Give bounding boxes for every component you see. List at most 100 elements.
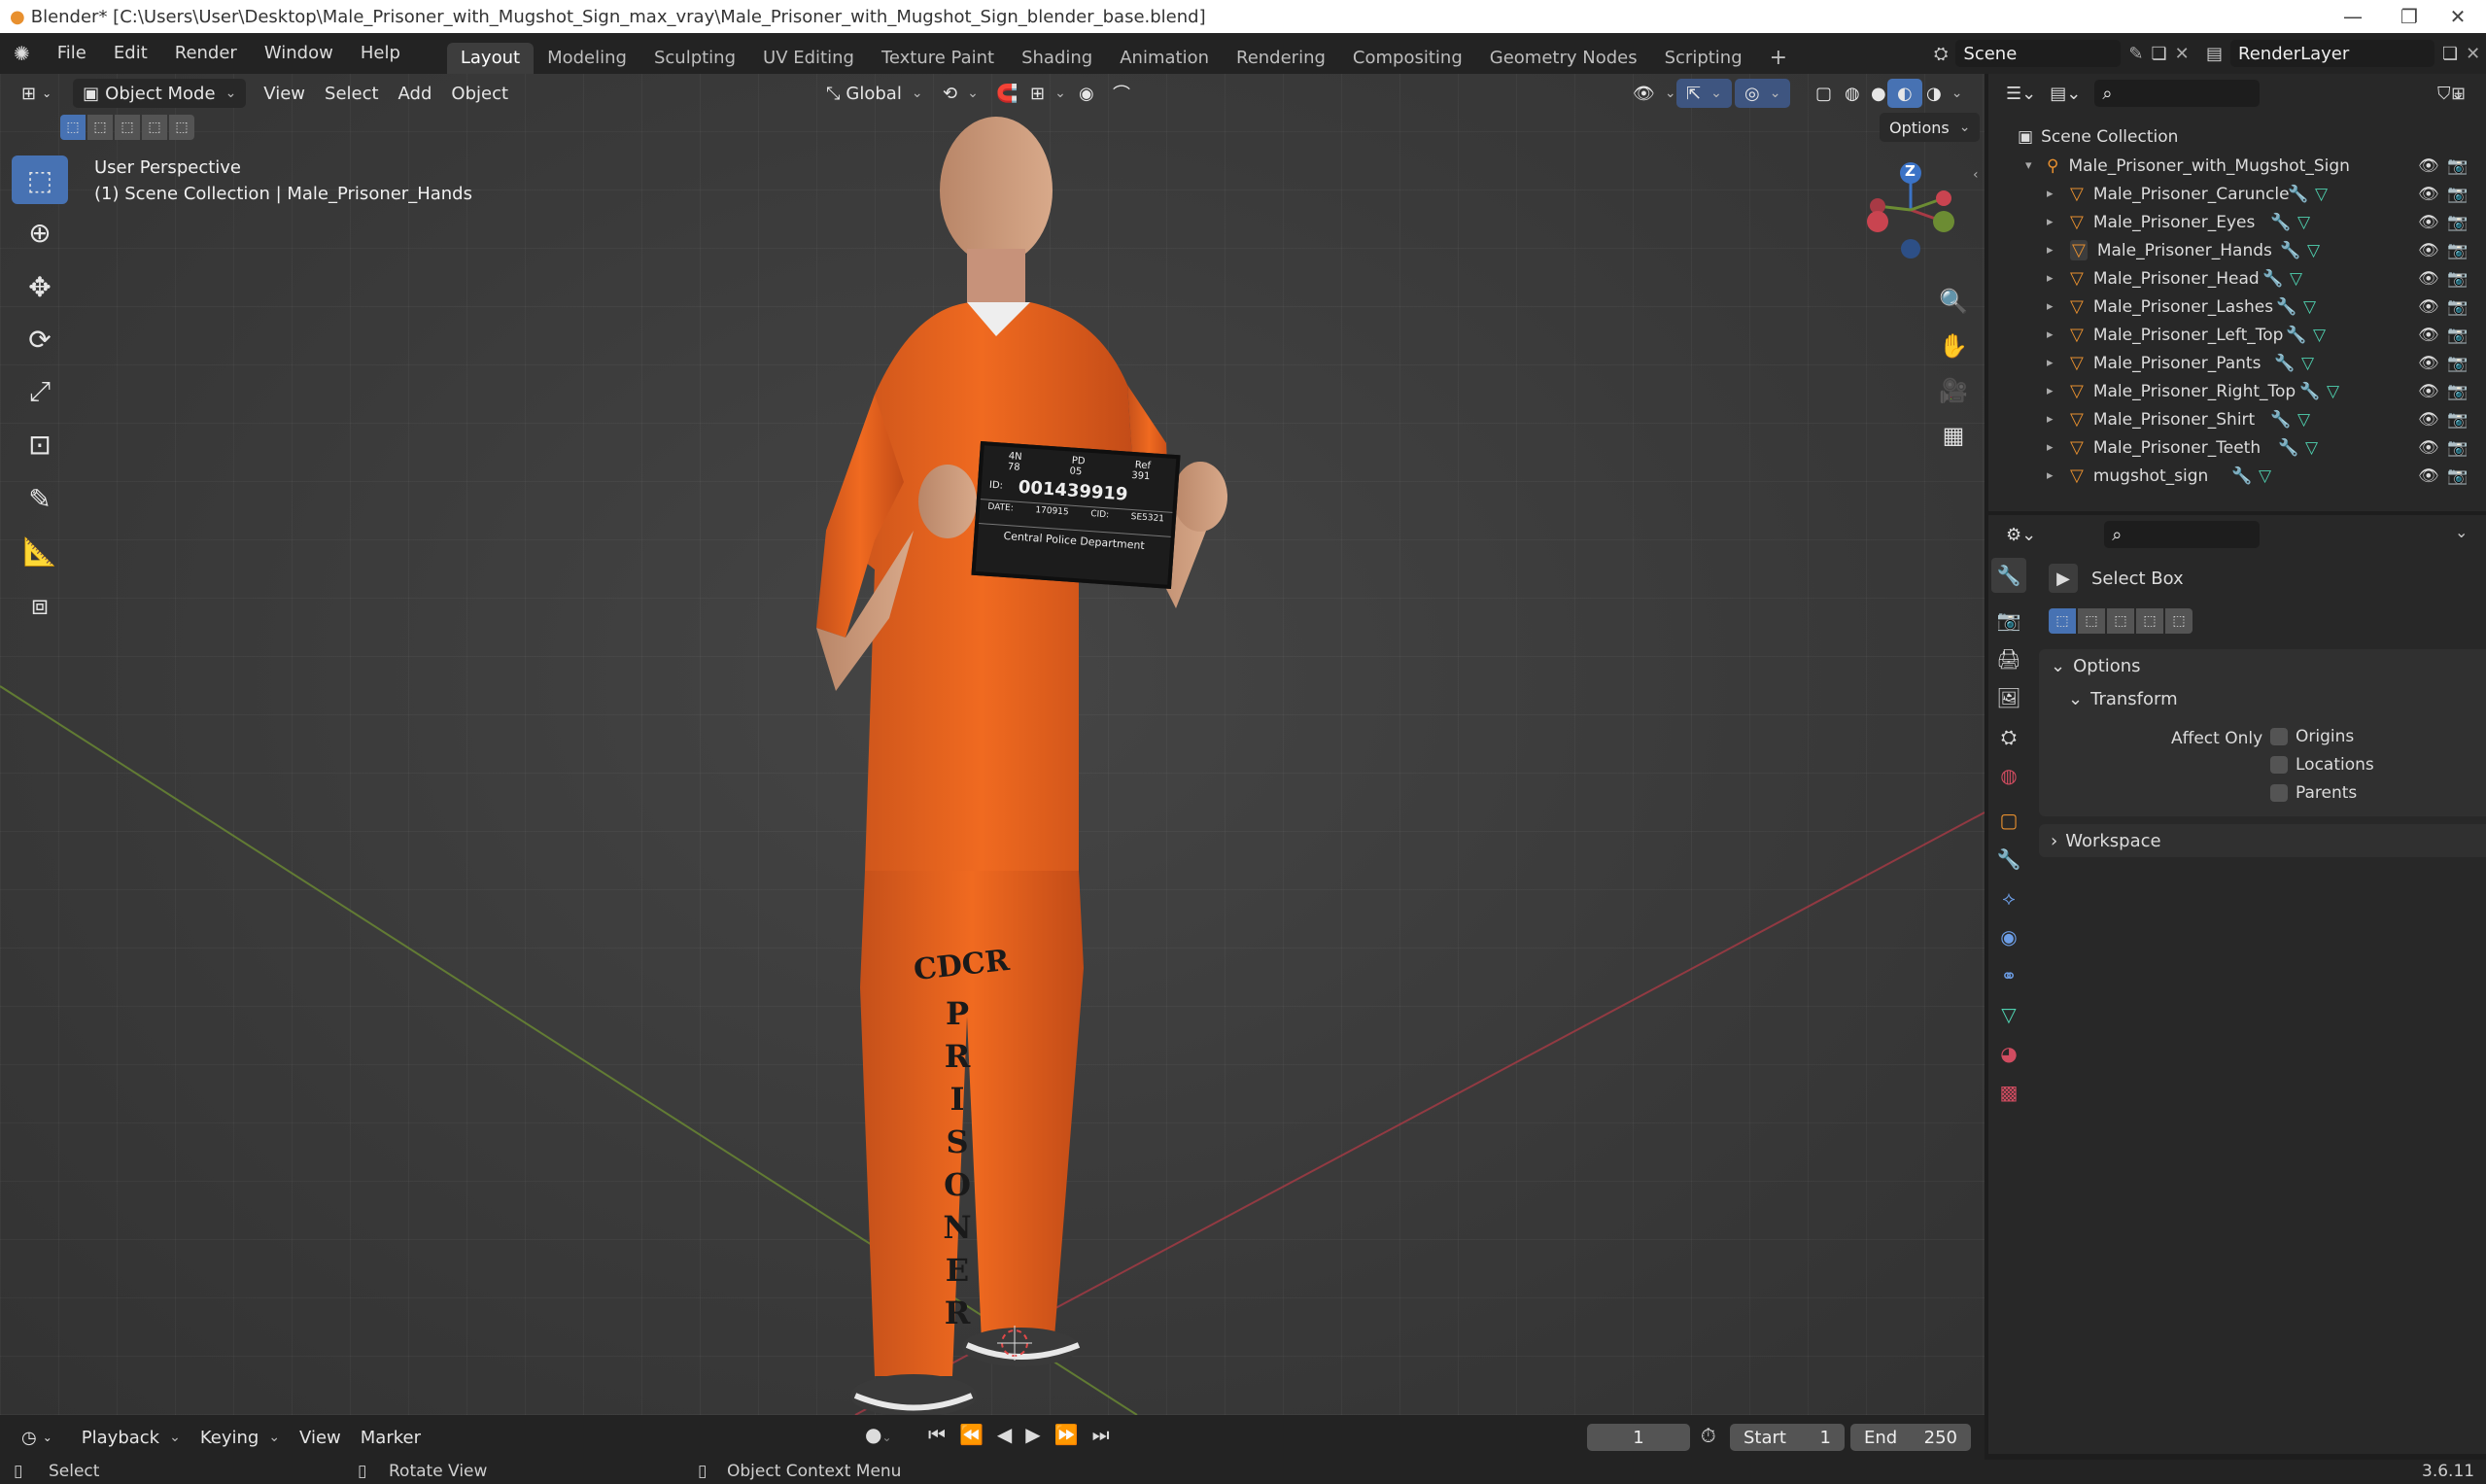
select-box-tool-icon[interactable]: ⬚ bbox=[12, 155, 68, 204]
scale-tool-icon[interactable]: ⤢ bbox=[12, 367, 68, 416]
render-layer-selector[interactable]: ▤ RenderLayer ❏ ✕ bbox=[2206, 38, 2480, 69]
tab-layout[interactable]: Layout bbox=[446, 43, 535, 74]
select-extend-icon[interactable]: ⬚ bbox=[87, 115, 113, 140]
rotate-tool-icon[interactable]: ⟳ bbox=[12, 315, 68, 363]
camera-icon[interactable]: 📷 bbox=[2447, 213, 2468, 232]
modifier-wrench-icon[interactable]: 🔧 bbox=[2288, 185, 2308, 204]
eye-icon[interactable]: 👁 bbox=[2418, 297, 2439, 317]
outliner-item-lashes[interactable]: ▸ ▽ Male_Prisoner_Lashes 🔧 ▽ 👁 📷 bbox=[1988, 293, 2486, 321]
scene-selector[interactable]: ⛭ Scene ✎ ❏ ✕ bbox=[1934, 38, 2190, 69]
transform-orientation-dropdown[interactable]: ⤡ Global bbox=[816, 79, 933, 108]
menu-view[interactable]: View bbox=[254, 79, 315, 108]
annotate-tool-icon[interactable]: ✎ bbox=[12, 474, 68, 523]
falloff-icon[interactable]: ⌒ bbox=[1103, 79, 1140, 108]
tool-properties-tab-icon[interactable]: 🔧 bbox=[1991, 558, 2026, 593]
mesh-data-icon[interactable]: ▽ bbox=[2290, 269, 2302, 289]
eye-icon[interactable]: 👁 bbox=[2418, 382, 2439, 401]
menu-help[interactable]: Help bbox=[347, 33, 414, 74]
modifier-wrench-icon[interactable]: 🔧 bbox=[2231, 466, 2252, 486]
next-keyframe-icon[interactable]: ⏩ bbox=[1054, 1423, 1079, 1446]
mesh-data-icon[interactable]: ▽ bbox=[2313, 326, 2326, 345]
move-tool-icon[interactable]: ✥ bbox=[12, 262, 68, 311]
modifier-wrench-icon[interactable]: 🔧 bbox=[2270, 410, 2291, 430]
gizmo-toggle-icon[interactable]: ⇱ bbox=[1676, 79, 1732, 108]
modifier-wrench-icon[interactable]: 🔧 bbox=[2262, 269, 2283, 289]
modifier-wrench-icon[interactable]: 🔧 bbox=[2270, 213, 2291, 232]
eye-icon[interactable]: 👁 bbox=[2418, 410, 2439, 430]
transform-tool-icon[interactable]: ⊡ bbox=[12, 420, 68, 468]
output-properties-tab-icon[interactable]: 🖨 bbox=[1991, 641, 2026, 676]
timeline-view-menu[interactable]: View bbox=[290, 1423, 351, 1452]
collapse-icon[interactable]: ▾ bbox=[2025, 158, 2041, 173]
mugshot-sign[interactable]: 4N PD Ref 78 05 391 ID: 001439919 DATE: … bbox=[971, 440, 1181, 590]
prev-keyframe-icon[interactable]: ⏪ bbox=[959, 1423, 984, 1446]
mode-invert-icon[interactable]: ⬚ bbox=[2136, 608, 2163, 634]
editor-type-icon[interactable]: ⊞ ⌄ bbox=[12, 79, 61, 108]
modifier-wrench-icon[interactable]: 🔧 bbox=[2274, 354, 2295, 373]
sidebar-toggle-icon[interactable]: ‹ bbox=[1973, 167, 1979, 183]
mesh-data-icon[interactable]: ▽ bbox=[2297, 410, 2310, 430]
eye-icon[interactable]: 👁 bbox=[2418, 185, 2439, 204]
properties-options-icon[interactable]: ⌄ bbox=[2455, 523, 2468, 541]
expand-icon[interactable]: ▸ bbox=[2047, 356, 2062, 370]
add-cube-tool-icon[interactable]: ⧈ bbox=[12, 581, 68, 630]
parents-checkbox[interactable]: Parents bbox=[2270, 783, 2357, 803]
origins-checkbox[interactable]: Origins bbox=[2270, 727, 2354, 746]
eye-icon[interactable]: 👁 bbox=[2418, 156, 2439, 176]
world-properties-tab-icon[interactable]: ◍ bbox=[1991, 758, 2026, 793]
camera-icon[interactable]: 📷 bbox=[2447, 241, 2468, 260]
mode-extend-icon[interactable]: ⬚ bbox=[2078, 608, 2105, 634]
expand-icon[interactable]: ▸ bbox=[2047, 271, 2062, 286]
render-properties-tab-icon[interactable]: 📷 bbox=[1991, 603, 2026, 638]
new-collection-icon[interactable]: ⊞ bbox=[2451, 84, 2466, 104]
menu-object[interactable]: Object bbox=[441, 79, 518, 108]
camera-icon[interactable]: 📷 bbox=[2447, 466, 2468, 486]
eye-icon[interactable]: 👁 bbox=[2418, 466, 2439, 486]
jump-start-icon[interactable]: ⏮ bbox=[928, 1423, 946, 1446]
measure-tool-icon[interactable]: 📐 bbox=[12, 527, 68, 575]
3d-viewport[interactable]: ⊞⌄ ▣Object Mode View Select Add Object ⤡… bbox=[0, 74, 1985, 1415]
mesh-data-icon[interactable]: ▽ bbox=[2259, 466, 2271, 486]
select-intersect-icon[interactable]: ⬚ bbox=[169, 115, 194, 140]
scene-name-field[interactable]: Scene bbox=[1955, 40, 2122, 67]
tab-shading[interactable]: Shading bbox=[1008, 43, 1106, 74]
render-layer-field[interactable]: RenderLayer bbox=[2230, 40, 2435, 67]
outliner-item-left-top[interactable]: ▸ ▽ Male_Prisoner_Left_Top 🔧 ▽ 👁 📷 bbox=[1988, 321, 2486, 349]
timeline-editor-icon[interactable]: ◷ ⌄ bbox=[12, 1423, 62, 1452]
outliner-item-eyes[interactable]: ▸ ▽ Male_Prisoner_Eyes 🔧 ▽ 👁 📷 bbox=[1988, 208, 2486, 236]
mode-new-icon[interactable]: ⬚ bbox=[2049, 608, 2076, 634]
menu-edit[interactable]: Edit bbox=[100, 33, 161, 74]
end-frame-field[interactable]: End 250 bbox=[1850, 1424, 1971, 1451]
expand-icon[interactable]: ▸ bbox=[2047, 412, 2062, 427]
outliner-search-input[interactable]: ⌕ bbox=[2094, 80, 2261, 107]
camera-icon[interactable]: 📷 bbox=[2447, 354, 2468, 373]
outliner-item-right-top[interactable]: ▸ ▽ Male_Prisoner_Right_Top 🔧 ▽ 👁 📷 bbox=[1988, 377, 2486, 405]
properties-editor-icon[interactable]: ⚙⌄ bbox=[2006, 525, 2036, 545]
mesh-data-icon[interactable]: ▽ bbox=[2305, 438, 2318, 458]
outliner-item-caruncle[interactable]: ▸ ▽ Male_Prisoner_Caruncle 🔧 ▽ 👁 📷 bbox=[1988, 180, 2486, 208]
close-icon[interactable]: ✕ bbox=[2430, 0, 2486, 33]
tab-sculpting[interactable]: Sculpting bbox=[640, 43, 749, 74]
outliner-item-teeth[interactable]: ▸ ▽ Male_Prisoner_Teeth 🔧 ▽ 👁 📷 bbox=[1988, 433, 2486, 462]
tab-rendering[interactable]: Rendering bbox=[1223, 43, 1339, 74]
checkbox-box[interactable] bbox=[2270, 756, 2288, 774]
workspace-panel-header[interactable]: › Workspace ⋮⋮ bbox=[2039, 824, 2486, 857]
select-subtract-icon[interactable]: ⬚ bbox=[115, 115, 140, 140]
delete-layer-icon[interactable]: ✕ bbox=[2466, 44, 2480, 64]
modifier-wrench-icon[interactable]: 🔧 bbox=[2278, 438, 2298, 458]
expand-icon[interactable]: ▸ bbox=[2047, 384, 2062, 398]
playback-menu[interactable]: Playback bbox=[72, 1423, 190, 1452]
mesh-data-icon[interactable]: ▽ bbox=[2297, 213, 2310, 232]
outliner-root-object[interactable]: ▾ ⚲ Male_Prisoner_with_Mugshot_Sign 👁 📷 bbox=[1988, 152, 2486, 180]
eye-icon[interactable]: 👁 bbox=[2418, 213, 2439, 232]
camera-icon[interactable]: 📷 bbox=[2447, 438, 2468, 458]
expand-icon[interactable]: ▸ bbox=[2047, 440, 2062, 455]
record-icon[interactable]: ●⌄ bbox=[865, 1423, 892, 1446]
eye-icon[interactable]: 👁 bbox=[2418, 326, 2439, 345]
cursor-tool-icon[interactable]: ⊕ bbox=[12, 208, 68, 257]
options-panel-header[interactable]: ⌄ Options ⋮⋮ bbox=[2039, 649, 2486, 682]
current-frame-field[interactable]: 1 bbox=[1587, 1424, 1690, 1451]
outliner-item-mugshot-sign[interactable]: ▸ ▽ mugshot_sign 🔧 ▽ 👁 📷 bbox=[1988, 462, 2486, 490]
tab-scripting[interactable]: Scripting bbox=[1651, 43, 1756, 74]
expand-icon[interactable]: ▸ bbox=[2047, 215, 2062, 229]
